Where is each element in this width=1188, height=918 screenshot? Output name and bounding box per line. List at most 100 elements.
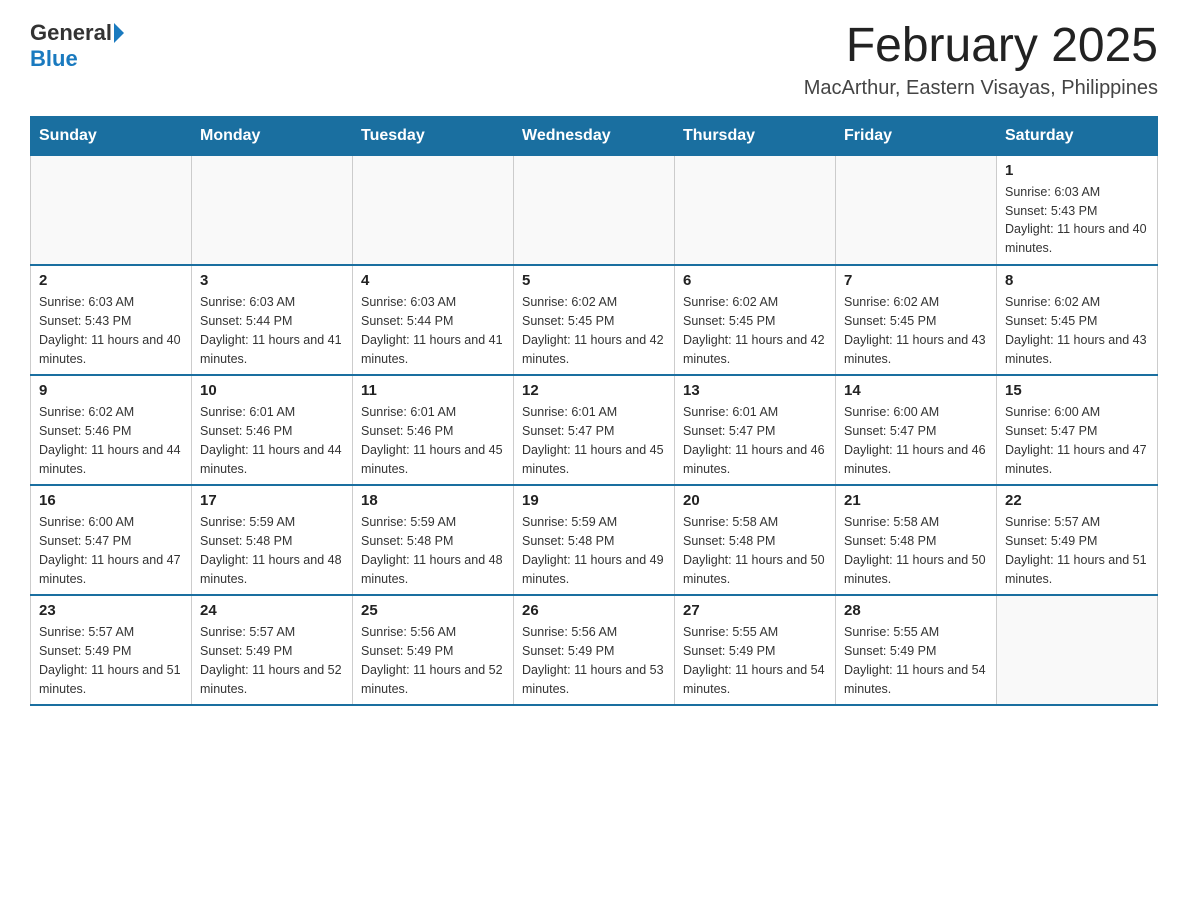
sunrise-text: Sunrise: 6:00 AM [39, 513, 183, 532]
daylight-text: Daylight: 11 hours and 45 minutes. [522, 441, 666, 479]
daylight-text: Daylight: 11 hours and 50 minutes. [683, 551, 827, 589]
day-info: Sunrise: 5:59 AMSunset: 5:48 PMDaylight:… [522, 513, 666, 588]
day-info: Sunrise: 6:02 AMSunset: 5:45 PMDaylight:… [522, 293, 666, 368]
sunset-text: Sunset: 5:43 PM [1005, 202, 1149, 221]
header-saturday: Saturday [997, 116, 1158, 155]
day-number: 21 [844, 492, 988, 509]
daylight-text: Daylight: 11 hours and 48 minutes. [361, 551, 505, 589]
calendar-week-row: 2 Sunrise: 6:03 AMSunset: 5:43 PMDaylight… [31, 265, 1158, 375]
sunrise-text: Sunrise: 6:01 AM [361, 403, 505, 422]
sunset-text: Sunset: 5:44 PM [200, 312, 344, 331]
table-row: 15Sunrise: 6:00 AMSunset: 5:47 PMDayligh… [997, 375, 1158, 485]
day-number: 2 [39, 272, 183, 289]
daylight-text: Daylight: 11 hours and 48 minutes. [200, 551, 344, 589]
table-row [31, 155, 192, 265]
day-info: Sunrise: 5:55 AMSunset: 5:49 PMDaylight:… [683, 623, 827, 698]
sunset-text: Sunset: 5:49 PM [200, 642, 344, 661]
table-row: 1Sunrise: 6:03 AMSunset: 5:43 PMDaylight… [997, 155, 1158, 265]
day-number: 6 [683, 272, 827, 289]
day-info: Sunrise: 5:59 AMSunset: 5:48 PMDaylight:… [200, 513, 344, 588]
table-row: 6 Sunrise: 6:02 AMSunset: 5:45 PMDaylight… [675, 265, 836, 375]
header-sunday: Sunday [31, 116, 192, 155]
sunset-text: Sunset: 5:44 PM [361, 312, 505, 331]
logo-triangle-icon [114, 23, 124, 43]
day-info: Sunrise: 6:00 AMSunset: 5:47 PMDaylight:… [844, 403, 988, 478]
day-info: Sunrise: 5:56 AMSunset: 5:49 PMDaylight:… [361, 623, 505, 698]
sunset-text: Sunset: 5:49 PM [522, 642, 666, 661]
table-row: 16Sunrise: 6:00 AMSunset: 5:47 PMDayligh… [31, 485, 192, 595]
calendar-week-row: 16Sunrise: 6:00 AMSunset: 5:47 PMDayligh… [31, 485, 1158, 595]
sunset-text: Sunset: 5:49 PM [39, 642, 183, 661]
header-thursday: Thursday [675, 116, 836, 155]
day-number: 3 [200, 272, 344, 289]
day-info: Sunrise: 6:00 AMSunset: 5:47 PMDaylight:… [1005, 403, 1149, 478]
sunrise-text: Sunrise: 6:00 AM [1005, 403, 1149, 422]
title-area: February 2025 MacArthur, Eastern Visayas… [804, 20, 1158, 100]
calendar-subtitle: MacArthur, Eastern Visayas, Philippines [804, 77, 1158, 100]
daylight-text: Daylight: 11 hours and 52 minutes. [361, 661, 505, 699]
day-info: Sunrise: 6:03 AMSunset: 5:43 PMDaylight:… [1005, 183, 1149, 258]
sunset-text: Sunset: 5:49 PM [844, 642, 988, 661]
day-info: Sunrise: 6:01 AMSunset: 5:46 PMDaylight:… [361, 403, 505, 478]
daylight-text: Daylight: 11 hours and 51 minutes. [39, 661, 183, 699]
sunset-text: Sunset: 5:45 PM [522, 312, 666, 331]
day-info: Sunrise: 5:57 AMSunset: 5:49 PMDaylight:… [39, 623, 183, 698]
day-number: 12 [522, 382, 666, 399]
daylight-text: Daylight: 11 hours and 46 minutes. [844, 441, 988, 479]
sunrise-text: Sunrise: 5:55 AM [683, 623, 827, 642]
sunrise-text: Sunrise: 6:03 AM [39, 293, 183, 312]
table-row: 10Sunrise: 6:01 AMSunset: 5:46 PMDayligh… [192, 375, 353, 485]
sunset-text: Sunset: 5:45 PM [683, 312, 827, 331]
calendar-week-row: 9 Sunrise: 6:02 AMSunset: 5:46 PMDaylight… [31, 375, 1158, 485]
day-number: 27 [683, 602, 827, 619]
table-row: 19Sunrise: 5:59 AMSunset: 5:48 PMDayligh… [514, 485, 675, 595]
sunset-text: Sunset: 5:47 PM [522, 422, 666, 441]
sunrise-text: Sunrise: 5:57 AM [39, 623, 183, 642]
daylight-text: Daylight: 11 hours and 45 minutes. [361, 441, 505, 479]
table-row [514, 155, 675, 265]
page-header: General Blue February 2025 MacArthur, Ea… [30, 20, 1158, 100]
sunset-text: Sunset: 5:46 PM [39, 422, 183, 441]
sunset-text: Sunset: 5:47 PM [39, 532, 183, 551]
sunrise-text: Sunrise: 5:59 AM [200, 513, 344, 532]
day-info: Sunrise: 6:02 AMSunset: 5:45 PMDaylight:… [683, 293, 827, 368]
sunset-text: Sunset: 5:48 PM [522, 532, 666, 551]
table-row: 22Sunrise: 5:57 AMSunset: 5:49 PMDayligh… [997, 485, 1158, 595]
table-row: 5Sunrise: 6:02 AMSunset: 5:45 PMDaylight… [514, 265, 675, 375]
day-info: Sunrise: 6:03 AMSunset: 5:43 PMDaylight:… [39, 293, 183, 368]
daylight-text: Daylight: 11 hours and 42 minutes. [522, 331, 666, 369]
daylight-text: Daylight: 11 hours and 47 minutes. [39, 551, 183, 589]
table-row [997, 595, 1158, 705]
day-number: 9 [39, 382, 183, 399]
day-info: Sunrise: 6:03 AMSunset: 5:44 PMDaylight:… [200, 293, 344, 368]
sunrise-text: Sunrise: 5:58 AM [683, 513, 827, 532]
day-info: Sunrise: 6:01 AMSunset: 5:47 PMDaylight:… [522, 403, 666, 478]
sunrise-text: Sunrise: 6:02 AM [683, 293, 827, 312]
table-row [675, 155, 836, 265]
day-info: Sunrise: 6:01 AMSunset: 5:46 PMDaylight:… [200, 403, 344, 478]
table-row: 13Sunrise: 6:01 AMSunset: 5:47 PMDayligh… [675, 375, 836, 485]
sunrise-text: Sunrise: 5:59 AM [361, 513, 505, 532]
day-info: Sunrise: 5:56 AMSunset: 5:49 PMDaylight:… [522, 623, 666, 698]
table-row: 12 Sunrise: 6:01 AMSunset: 5:47 PMDayligh… [514, 375, 675, 485]
table-row: 24Sunrise: 5:57 AMSunset: 5:49 PMDayligh… [192, 595, 353, 705]
day-number: 25 [361, 602, 505, 619]
sunrise-text: Sunrise: 6:01 AM [522, 403, 666, 422]
sunset-text: Sunset: 5:49 PM [1005, 532, 1149, 551]
sunrise-text: Sunrise: 6:03 AM [1005, 183, 1149, 202]
header-wednesday: Wednesday [514, 116, 675, 155]
daylight-text: Daylight: 11 hours and 47 minutes. [1005, 441, 1149, 479]
calendar-week-row: 23Sunrise: 5:57 AMSunset: 5:49 PMDayligh… [31, 595, 1158, 705]
table-row: 14Sunrise: 6:00 AMSunset: 5:47 PMDayligh… [836, 375, 997, 485]
header-tuesday: Tuesday [353, 116, 514, 155]
sunset-text: Sunset: 5:45 PM [844, 312, 988, 331]
day-info: Sunrise: 6:02 AMSunset: 5:46 PMDaylight:… [39, 403, 183, 478]
day-number: 24 [200, 602, 344, 619]
sunset-text: Sunset: 5:45 PM [1005, 312, 1149, 331]
sunrise-text: Sunrise: 5:57 AM [200, 623, 344, 642]
sunset-text: Sunset: 5:47 PM [844, 422, 988, 441]
daylight-text: Daylight: 11 hours and 44 minutes. [39, 441, 183, 479]
day-number: 13 [683, 382, 827, 399]
table-row: 7Sunrise: 6:02 AMSunset: 5:45 PMDaylight… [836, 265, 997, 375]
sunrise-text: Sunrise: 5:56 AM [361, 623, 505, 642]
